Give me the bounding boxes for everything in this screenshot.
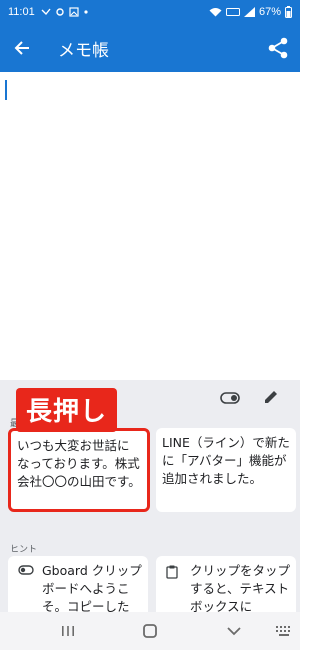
settings-icon <box>56 8 64 16</box>
toggle-icon <box>18 565 34 575</box>
image-icon <box>69 7 79 17</box>
system-navigation-bar <box>0 612 300 650</box>
home-button[interactable] <box>138 620 162 642</box>
recent-apps-button[interactable] <box>56 620 80 642</box>
keyboard-icon <box>276 626 290 636</box>
hint-card[interactable]: Gboard クリップボードへようこそ。コピーした <box>8 556 148 612</box>
clip-item[interactable]: いつも大変お世話になっております。株式会社〇〇の山田です。 <box>8 428 150 512</box>
back-button[interactable] <box>0 24 44 72</box>
wifi-icon <box>209 8 222 17</box>
hint-text: Gboard クリップボードへようこそ。コピーした <box>42 563 142 612</box>
edit-pencil-icon[interactable] <box>262 388 280 406</box>
missed-call-icon <box>41 8 51 16</box>
share-button[interactable] <box>264 34 292 62</box>
clip-item[interactable]: LINE（ライン）で新たに「アバター」機能が追加されました。 <box>156 428 296 512</box>
clip-item-text: LINE（ライン）で新たに「アバター」機能が追加されました。 <box>162 435 290 486</box>
status-notification-icons <box>41 7 89 17</box>
hint-section-label: ヒント <box>10 544 38 554</box>
clipboard-icon <box>166 565 178 579</box>
status-time: 11:01 <box>8 6 35 18</box>
home-icon <box>143 624 157 638</box>
hint-card[interactable]: クリップをタップすると、テキスト ボックスに <box>156 556 296 612</box>
recent-apps-icon <box>62 626 74 636</box>
page-title: メモ帳 <box>58 40 109 61</box>
text-cursor <box>5 80 7 100</box>
volte-icon <box>225 8 240 16</box>
status-system-icons: 67% <box>209 6 292 18</box>
clipboard-toggle-icon[interactable] <box>220 392 240 404</box>
app-bar: メモ帳 <box>0 24 300 72</box>
clip-item-text: いつも大変お世話になっております。株式会社〇〇の山田です。 <box>17 438 141 489</box>
dot-icon <box>84 10 88 14</box>
status-bar: 11:01 67% <box>0 0 300 24</box>
chevron-down-icon <box>227 627 241 636</box>
hint-text: クリップをタップすると、テキスト ボックスに <box>190 563 291 612</box>
arrow-back-icon <box>14 41 29 55</box>
memo-editor[interactable] <box>0 72 300 380</box>
share-icon <box>268 37 288 59</box>
signal-icon <box>243 7 255 17</box>
keyboard-switch-button[interactable] <box>272 620 296 642</box>
hide-keyboard-button[interactable] <box>222 620 246 642</box>
long-press-callout: 長押し <box>16 388 118 432</box>
battery-icon <box>285 6 292 18</box>
battery-percent: 67% <box>258 6 281 18</box>
